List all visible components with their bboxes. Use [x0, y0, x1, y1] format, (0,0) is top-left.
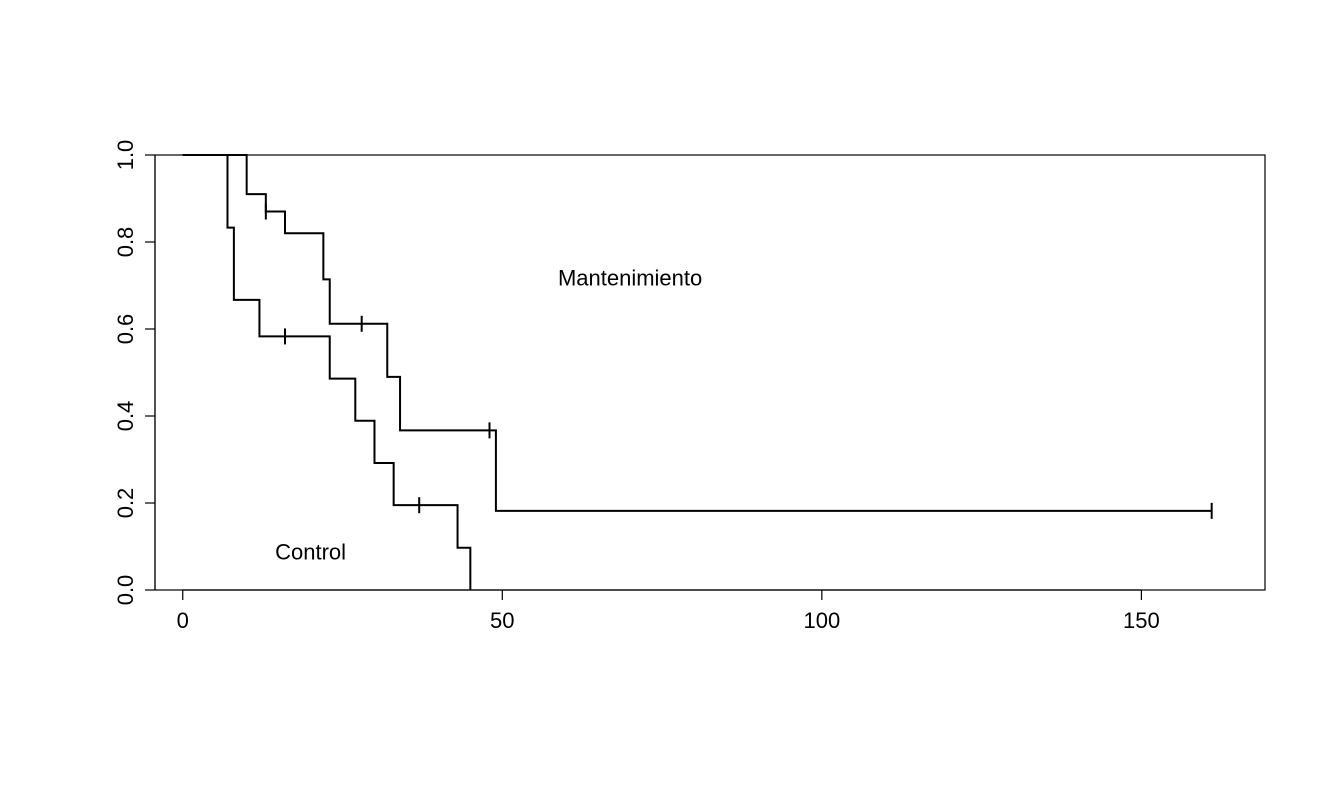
y-tick-label: 0.8: [113, 227, 138, 258]
y-tick-label: 0.2: [113, 488, 138, 519]
plot-frame: [155, 155, 1265, 590]
annotation-control: Control: [275, 540, 346, 565]
km-curve-control: [183, 155, 471, 590]
chart-svg: 0.0 0.2 0.4 0.6 0.8 1.0 0 50 100 150 Mantenimiento…: [0, 0, 1344, 806]
y-tick-label: 0.0: [113, 575, 138, 606]
km-curve-mantenimiento: [183, 155, 1212, 511]
x-tick-label: 100: [803, 608, 840, 633]
km-plot: 0.0 0.2 0.4 0.6 0.8 1.0 0 50 100 150 Mantenimiento…: [0, 0, 1344, 806]
x-tick-label: 50: [490, 608, 514, 633]
x-tick-label: 150: [1123, 608, 1160, 633]
y-tick-label: 0.6: [113, 314, 138, 345]
annotation-mantenimiento: Mantenimiento: [558, 266, 702, 291]
y-tick-label: 0.4: [113, 401, 138, 432]
x-tick-label: 0: [177, 608, 189, 633]
y-tick-label: 1.0: [113, 140, 138, 171]
